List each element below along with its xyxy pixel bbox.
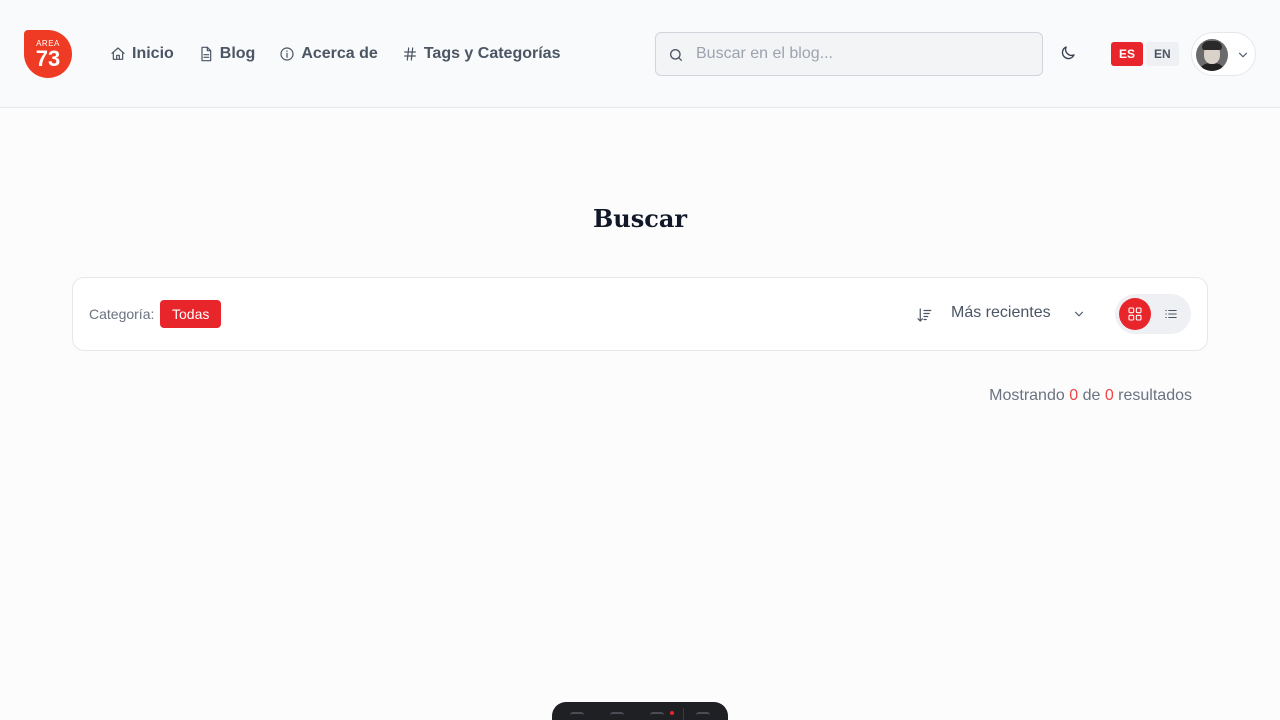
moon-icon	[1061, 46, 1075, 60]
language-es-button[interactable]: ES	[1111, 42, 1144, 66]
list-view-button[interactable]	[1155, 298, 1187, 330]
category-chip-todas[interactable]: Todas	[160, 300, 222, 328]
search-box	[655, 32, 1043, 76]
page-title: Buscar	[592, 204, 688, 233]
nav-label: Tags y Categorías	[423, 45, 561, 62]
filter-bar: Categoría: Todas Más recientes	[72, 277, 1208, 351]
site-header: AREA 73 Inicio Blog Acerca de Tags y Cat…	[0, 0, 1280, 108]
nav-item-acerca[interactable]: Acerca de	[279, 45, 378, 63]
nav-label: Blog	[219, 45, 256, 62]
grid-icon	[1128, 307, 1142, 321]
theme-toggle-button[interactable]	[1059, 44, 1079, 64]
results-count: Mostrando 0 de 0 resultados	[989, 387, 1192, 405]
results-suffix: resultados	[1118, 387, 1192, 404]
document-icon	[201, 46, 212, 62]
main-nav: Inicio Blog Acerca de Tags y Categorías	[110, 0, 560, 108]
user-menu-button[interactable]	[1191, 32, 1256, 76]
nav-label: Acerca de	[301, 45, 378, 62]
view-mode-toggle	[1115, 294, 1191, 334]
logo-number: 73	[35, 46, 61, 71]
results-shown: 0	[1069, 387, 1079, 404]
nav-label: Inicio	[132, 45, 174, 62]
category-label: Categoría:	[89, 306, 155, 322]
nav-item-tags[interactable]: Tags y Categorías	[402, 45, 561, 63]
search-input[interactable]	[696, 33, 1036, 75]
results-middle: de	[1082, 387, 1101, 404]
chevron-down-icon[interactable]	[1072, 307, 1086, 321]
grid-view-button[interactable]	[1119, 298, 1151, 330]
nav-item-blog[interactable]: Blog	[198, 45, 256, 63]
results-prefix: Mostrando	[989, 387, 1065, 404]
results-total: 0	[1104, 387, 1114, 404]
info-icon	[280, 47, 294, 61]
site-logo[interactable]: AREA 73	[24, 30, 72, 78]
list-icon	[1165, 310, 1177, 318]
nav-item-inicio[interactable]: Inicio	[110, 45, 174, 63]
bottom-toolbar[interactable]	[552, 702, 728, 720]
search-icon	[670, 49, 682, 61]
hash-icon	[403, 47, 416, 61]
chevron-down-icon	[1238, 52, 1248, 58]
sort-descending-icon	[917, 308, 932, 322]
language-en-button[interactable]: EN	[1146, 42, 1179, 66]
sort-select[interactable]: Más recientes	[951, 304, 1051, 322]
home-icon	[111, 47, 125, 60]
avatar	[1196, 39, 1228, 71]
